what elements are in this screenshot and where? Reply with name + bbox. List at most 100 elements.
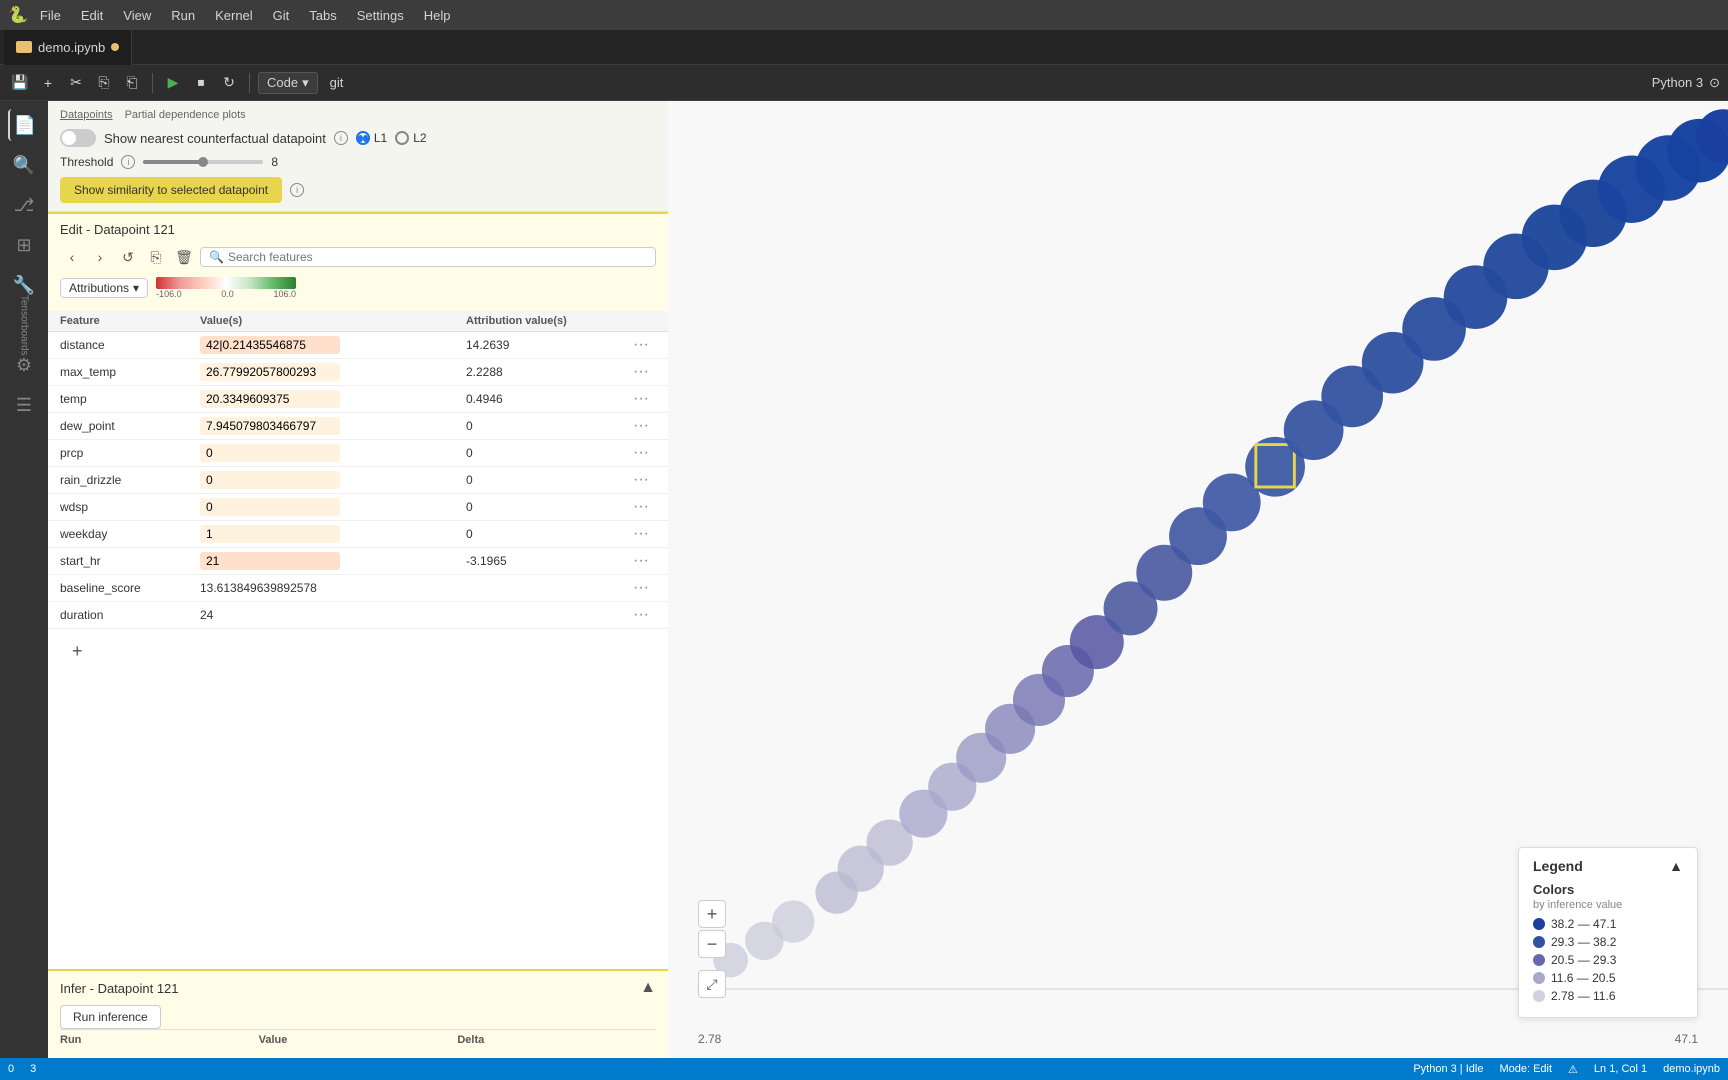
more-btn-wdsp[interactable]: ··· — [626, 498, 656, 516]
more-btn-duration[interactable]: ··· — [626, 606, 656, 624]
activity-pages[interactable]: ☰ — [8, 389, 40, 421]
similarity-info[interactable]: i — [290, 183, 304, 197]
menu-edit[interactable]: Edit — [73, 6, 111, 25]
status-bar: 0 3 Python 3 | Idle Mode: Edit ⚠ Ln 1, C… — [0, 1058, 1728, 1080]
legend-header: Legend ▲ — [1533, 858, 1683, 874]
threshold-info[interactable]: i — [121, 155, 135, 169]
kernel-select[interactable]: Code ▾ — [258, 72, 318, 94]
legend-collapse-icon[interactable]: ▲ — [1669, 858, 1683, 874]
activity-tensorboard[interactable]: Tensorboards — [8, 309, 40, 341]
value-input-weekday[interactable] — [200, 525, 340, 543]
feature-name-prcp: prcp — [60, 446, 200, 460]
threshold-slider-thumb[interactable] — [198, 157, 208, 167]
menu-view[interactable]: View — [115, 6, 159, 25]
value-input-prcp[interactable] — [200, 444, 340, 462]
threshold-slider[interactable] — [143, 160, 263, 164]
legend-item-2: 29.3 — 38.2 — [1533, 935, 1683, 949]
search-input[interactable] — [228, 250, 647, 264]
infer-header-delta: Delta — [457, 1034, 656, 1046]
similarity-button[interactable]: Show similarity to selected datapoint — [60, 177, 282, 203]
legend-label-5: 2.78 — 11.6 — [1551, 989, 1616, 1003]
more-btn-maxtemp[interactable]: ··· — [626, 363, 656, 381]
nearest-counterfactual-toggle[interactable] — [60, 129, 96, 147]
status-cells: 3 — [30, 1063, 36, 1075]
activity-settings[interactable]: ⚙ — [8, 349, 40, 381]
axis-min-label: 2.78 — [698, 1032, 721, 1046]
value-cell-wdsp — [200, 498, 466, 516]
value-input-maxtemp[interactable] — [200, 363, 340, 381]
more-btn-prcp[interactable]: ··· — [626, 444, 656, 462]
value-input-temp[interactable] — [200, 390, 340, 408]
color-bar-labels: -106.0 0.0 106.0 — [156, 289, 296, 299]
prev-button[interactable]: ‹ — [60, 245, 84, 269]
menu-settings[interactable]: Settings — [349, 6, 412, 25]
tab-notebook[interactable]: demo.ipynb — [4, 30, 132, 65]
attributions-select[interactable]: Attributions ▾ — [60, 278, 148, 298]
menu-git[interactable]: Git — [265, 6, 298, 25]
undo-button[interactable]: ↺ — [116, 245, 140, 269]
kernel-label: Code — [267, 75, 298, 90]
header-feature: Feature — [60, 315, 200, 327]
expand-button[interactable]: ⤢ — [698, 970, 726, 998]
add-cell-button[interactable]: + — [36, 71, 60, 95]
value-cell-starthr — [200, 552, 466, 570]
menu-tabs[interactable]: Tabs — [301, 6, 344, 25]
zoom-out-button[interactable]: − — [698, 930, 726, 958]
attr-starthr: -3.1965 — [466, 554, 626, 568]
l1-radio[interactable]: L1 — [356, 131, 387, 145]
copy-edit-button[interactable]: ⎘ — [144, 245, 168, 269]
sep2 — [249, 73, 250, 93]
menu-bar: 🐍 File Edit View Run Kernel Git Tabs Set… — [0, 0, 1728, 30]
legend-label-2: 29.3 — 38.2 — [1551, 935, 1616, 949]
l2-radio[interactable]: L2 — [395, 131, 426, 145]
menu-run[interactable]: Run — [163, 6, 203, 25]
more-btn-rain[interactable]: ··· — [626, 471, 656, 489]
menu-kernel[interactable]: Kernel — [207, 6, 261, 25]
zoom-in-button[interactable]: + — [698, 900, 726, 928]
value-input-starthr[interactable] — [200, 552, 340, 570]
left-panel: Datapoints Partial dependence plots Show… — [48, 101, 668, 1058]
attr-dewpoint: 0 — [466, 419, 626, 433]
panel-controls: Datapoints Partial dependence plots Show… — [48, 101, 668, 212]
stop-button[interactable]: ⏹ — [189, 71, 213, 95]
menu-file[interactable]: File — [32, 6, 69, 25]
copy-button[interactable]: ⎘ — [92, 71, 116, 95]
value-input-distance[interactable] — [200, 336, 340, 354]
axis-max-label: 47.1 — [1675, 1032, 1698, 1046]
more-btn-weekday[interactable]: ··· — [626, 525, 656, 543]
restart-button[interactable]: ↻ — [217, 71, 241, 95]
more-btn-baseline[interactable]: ··· — [626, 579, 656, 597]
partial-dep-tab[interactable]: Partial dependence plots — [125, 109, 246, 121]
value-input-dewpoint[interactable] — [200, 417, 340, 435]
run-inference-button[interactable]: Run inference — [60, 1005, 161, 1029]
datapoints-tab[interactable]: Datapoints — [60, 109, 113, 121]
more-btn-distance[interactable]: ··· — [626, 336, 656, 354]
value-duration: 24 — [200, 608, 213, 622]
add-feature-button[interactable]: + — [60, 633, 95, 670]
color-bar — [156, 277, 296, 289]
legend-label-3: 20.5 — 29.3 — [1551, 953, 1616, 967]
more-btn-temp[interactable]: ··· — [626, 390, 656, 408]
toolbar: 💾 + ✂ ⎘ ⎗ ▶ ⏹ ↻ Code ▾ git Python 3 ⊙ — [0, 65, 1728, 101]
more-btn-starthr[interactable]: ··· — [626, 552, 656, 570]
activity-search[interactable]: 🔍 — [8, 149, 40, 181]
value-input-rain[interactable] — [200, 471, 340, 489]
paste-button[interactable]: ⎗ — [120, 71, 144, 95]
cut-button[interactable]: ✂ — [64, 71, 88, 95]
activity-extensions[interactable]: ⊞ — [8, 229, 40, 261]
value-input-wdsp[interactable] — [200, 498, 340, 516]
table-row: rain_drizzle 0 ··· — [48, 467, 668, 494]
infer-section: Infer - Datapoint 121 ▲ Run inference Ru… — [48, 969, 668, 1058]
delete-button[interactable]: 🗑 — [172, 245, 196, 269]
menu-help[interactable]: Help — [416, 6, 459, 25]
save-button[interactable]: 💾 — [8, 71, 32, 95]
run-button[interactable]: ▶ — [161, 71, 185, 95]
legend-colors-title: Colors — [1533, 882, 1683, 897]
next-button[interactable]: › — [88, 245, 112, 269]
infer-collapse-icon[interactable]: ▲ — [640, 979, 656, 997]
activity-git[interactable]: ⎇ — [8, 189, 40, 221]
more-btn-dewpoint[interactable]: ··· — [626, 417, 656, 435]
attributions-row: Attributions ▾ -106.0 0.0 106.0 — [60, 277, 656, 299]
activity-files[interactable]: 📄 — [8, 109, 40, 141]
nearest-counterfactual-info[interactable]: i — [334, 131, 348, 145]
